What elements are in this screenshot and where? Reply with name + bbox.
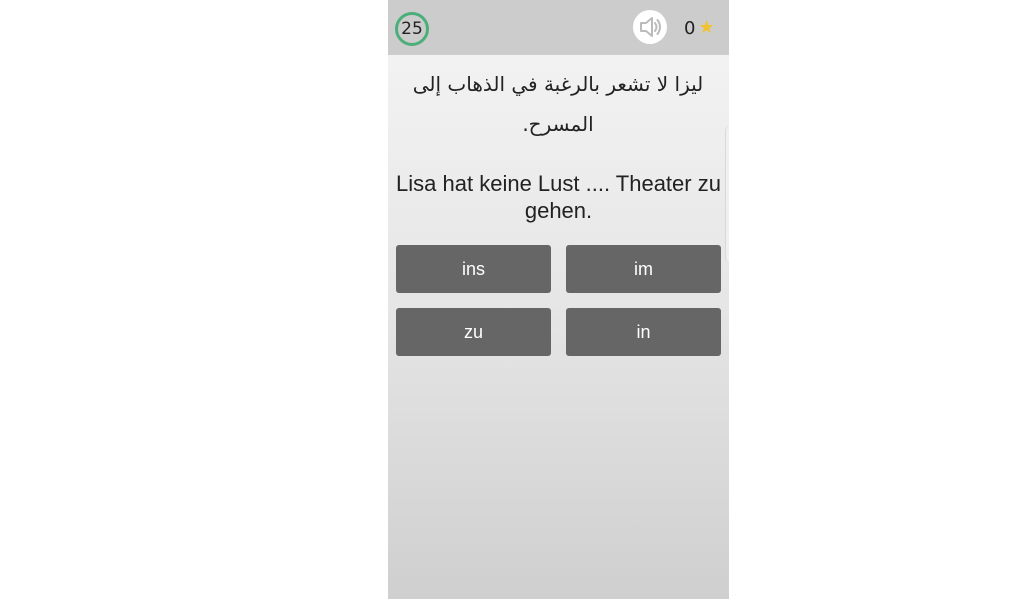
- top-bar: 25 0 ★: [388, 0, 729, 55]
- score-value: 0: [684, 17, 696, 39]
- sound-button[interactable]: [633, 10, 667, 44]
- answer-button-ins[interactable]: ins: [396, 245, 551, 293]
- speaker-icon: [640, 17, 661, 37]
- answer-button-im[interactable]: im: [566, 245, 721, 293]
- score-display: 0 ★: [684, 17, 715, 39]
- arabic-sentence: ليزا لا تشعر بالرغبة في الذهاب إلى المسر…: [412, 72, 704, 136]
- star-icon: ★: [698, 17, 715, 38]
- quiz-screen: 25 0 ★ ليزا لا تشعر بالرغبة في الذهاب إل…: [388, 0, 729, 599]
- timer-value: 25: [401, 19, 423, 39]
- timer-badge: 25: [395, 12, 429, 46]
- side-drawer-handle[interactable]: [725, 125, 729, 263]
- answer-button-in[interactable]: in: [566, 308, 721, 356]
- german-sentence: Lisa hat keine Lust .... Theater zu gehe…: [396, 171, 721, 223]
- answer-button-zu[interactable]: zu: [396, 308, 551, 356]
